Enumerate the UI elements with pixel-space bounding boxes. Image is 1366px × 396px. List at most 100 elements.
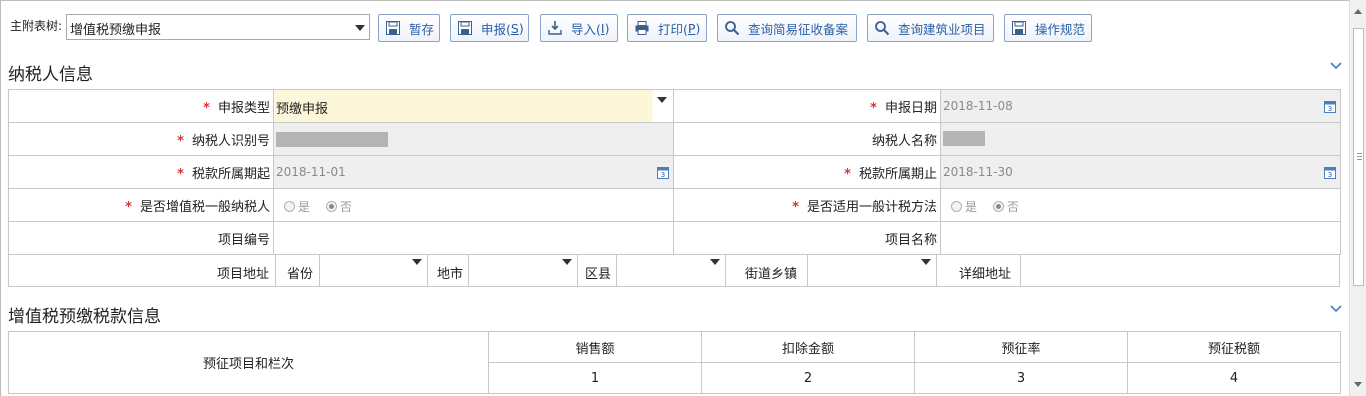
radio-checked-icon xyxy=(993,201,1004,212)
general-method-label-cell: * 是否适用一般计税方法 xyxy=(673,188,941,222)
required-mark: * xyxy=(177,133,184,149)
detail-addr-label: 详细地址 xyxy=(959,267,1012,282)
calendar-icon[interactable]: 3 xyxy=(1324,166,1336,179)
taxpayer-info-table: * 申报类型 预缴申报 * 申报日期 2018-11-08 3 * 纳税人识别号 纳税… xyxy=(8,89,1341,255)
general-taxpayer-label-cell: * 是否增值税一般纳税人 xyxy=(8,188,274,222)
city-select[interactable] xyxy=(469,254,576,286)
required-mark: * xyxy=(870,100,877,116)
general-method-yes-radio[interactable]: 是 xyxy=(951,198,977,215)
floppy-disk-icon xyxy=(1011,20,1027,36)
divider xyxy=(577,254,578,286)
divider xyxy=(725,254,726,286)
project-no-label-cell: 项目编号 xyxy=(8,221,274,255)
project-name-input[interactable] xyxy=(940,221,1341,255)
taxpayer-section-title: 纳税人信息 xyxy=(8,65,93,85)
general-taxpayer-radios: 是 否 xyxy=(273,188,674,222)
operation-guide-button[interactable]: 操作规范 xyxy=(1004,14,1092,42)
project-no-input[interactable] xyxy=(273,221,674,255)
project-name-label-cell: 项目名称 xyxy=(673,221,941,255)
printer-icon xyxy=(634,20,650,36)
radio-no-label: 否 xyxy=(1007,200,1020,214)
calendar-icon[interactable]: 3 xyxy=(657,166,669,179)
save-draft-label: 暂存 xyxy=(409,21,435,37)
toolbar: 主附表树: 增值税预缴申报 暂存 申报(S) 导入(I) 打印(P) 查询简易征… xyxy=(0,0,1348,52)
import-close: ) xyxy=(604,20,610,36)
grip-line xyxy=(1357,153,1362,154)
print-shortcut: P xyxy=(687,20,696,36)
col-number-1: 1 xyxy=(488,362,702,394)
general-taxpayer-label: 是否增值税一般纳税人 xyxy=(139,199,270,215)
declare-date-value: 2018-11-08 xyxy=(943,99,1013,113)
required-mark: * xyxy=(203,100,210,116)
form-tree-select[interactable]: 增值税预缴申报 xyxy=(66,14,370,40)
save-draft-button[interactable]: 暂存 xyxy=(378,14,440,42)
print-label: 打印( xyxy=(658,21,688,37)
period-start-label: 税款所属期起 xyxy=(191,166,270,182)
chevron-down-icon xyxy=(412,259,422,265)
query-building-project-label: 查询建筑业项目 xyxy=(898,21,986,37)
scroll-up-arrow-icon[interactable] xyxy=(1354,9,1362,14)
taxpayer-name-label-cell: 纳税人名称 xyxy=(673,122,941,156)
detail-addr-input[interactable] xyxy=(1021,254,1339,286)
print-close: ) xyxy=(695,20,701,36)
tax-info-section-title: 增值税预缴税款信息 xyxy=(8,307,161,327)
floppy-disk-icon xyxy=(385,20,401,36)
province-label: 省份 xyxy=(287,267,314,282)
taxpayer-name-field xyxy=(940,122,1341,156)
province-select[interactable] xyxy=(320,254,426,286)
general-method-radios: 是 否 xyxy=(940,188,1341,222)
grip-line xyxy=(1357,159,1362,160)
declare-type-label: 申报类型 xyxy=(217,100,270,116)
floppy-disk-icon xyxy=(457,20,473,36)
chevron-down-icon xyxy=(710,259,720,265)
search-icon xyxy=(724,20,740,36)
city-label: 地市 xyxy=(437,267,464,282)
period-end-field[interactable]: 2018-11-30 3 xyxy=(940,155,1341,189)
import-button[interactable]: 导入(I) xyxy=(540,14,618,42)
query-simple-levy-label: 查询简易征收备案 xyxy=(748,21,849,37)
col-header-tax: 预征税额 xyxy=(1127,331,1341,363)
collapse-chevron-icon[interactable] xyxy=(1330,62,1342,72)
required-mark: * xyxy=(125,199,132,215)
general-method-label: 是否适用一般计税方法 xyxy=(806,199,937,215)
chevron-down-icon xyxy=(562,259,572,265)
col-header-sales: 销售额 xyxy=(488,331,702,363)
general-method-no-radio[interactable]: 否 xyxy=(993,198,1019,215)
declare-date-field[interactable]: 2018-11-08 3 xyxy=(940,89,1341,123)
declare-label: 申报( xyxy=(481,21,511,37)
table-row: * 是否增值税一般纳税人 是 否 * 是否适用一般计税方法 是 否 xyxy=(8,188,1341,222)
declare-button[interactable]: 申报(S) xyxy=(450,14,529,42)
general-taxpayer-no-radio[interactable]: 否 xyxy=(326,198,352,215)
project-name-label: 项目名称 xyxy=(884,232,937,248)
declare-shortcut: S xyxy=(510,20,519,36)
item-col-header: 预征项目和栏次 xyxy=(8,331,489,394)
col-number-3: 3 xyxy=(914,362,1128,394)
declare-date-label-cell: * 申报日期 xyxy=(673,89,941,123)
calendar-icon[interactable]: 3 xyxy=(1324,100,1336,113)
declare-close: ) xyxy=(518,20,524,36)
radio-icon xyxy=(284,201,295,212)
print-button[interactable]: 打印(P) xyxy=(627,14,707,42)
scroll-down-arrow-icon[interactable] xyxy=(1354,382,1362,387)
county-select[interactable] xyxy=(617,254,724,286)
declare-type-select[interactable]: 预缴申报 xyxy=(273,89,674,123)
collapse-chevron-icon[interactable] xyxy=(1330,305,1342,315)
declare-date-label: 申报日期 xyxy=(884,100,937,116)
search-icon xyxy=(874,20,890,36)
import-icon xyxy=(547,20,563,36)
scrollbar-thumb[interactable] xyxy=(1353,28,1364,286)
table-row: 项目编号 项目名称 xyxy=(8,221,1341,255)
query-building-project-button[interactable]: 查询建筑业项目 xyxy=(867,14,994,42)
chevron-down-icon xyxy=(921,259,931,265)
radio-no-label: 否 xyxy=(340,200,353,214)
street-label: 街道乡镇 xyxy=(745,267,798,282)
chevron-down-icon xyxy=(355,25,365,31)
period-start-field[interactable]: 2018-11-01 3 xyxy=(273,155,674,189)
general-taxpayer-yes-radio[interactable]: 是 xyxy=(284,198,310,215)
radio-checked-icon xyxy=(326,201,337,212)
project-address-row: 项目地址 省份 地市 区县 街道乡镇 详细地址 xyxy=(8,254,1340,287)
query-simple-levy-button[interactable]: 查询简易征收备案 xyxy=(717,14,857,42)
redacted-block xyxy=(276,132,388,147)
street-select[interactable] xyxy=(808,254,935,286)
vertical-scrollbar[interactable] xyxy=(1349,0,1366,396)
